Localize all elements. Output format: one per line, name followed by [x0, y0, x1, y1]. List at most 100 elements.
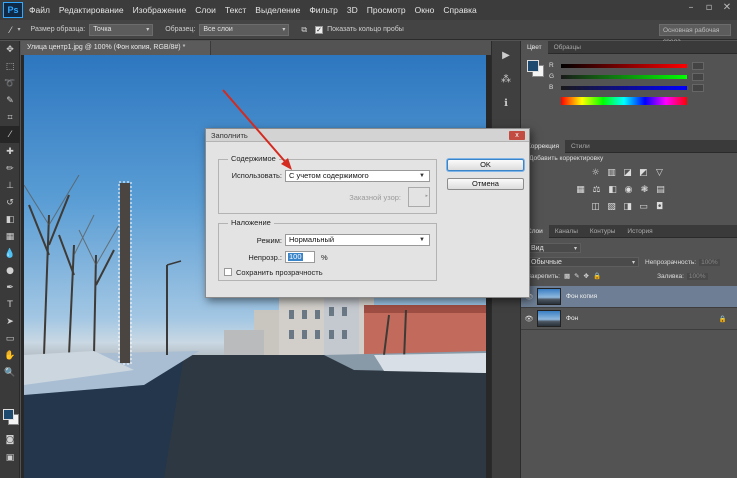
brightness-icon[interactable]: ☼: [589, 167, 602, 179]
threshold-icon[interactable]: ◨: [621, 201, 634, 213]
slider-r[interactable]: R: [549, 60, 737, 71]
selective-color-icon[interactable]: ◘: [653, 201, 666, 213]
minimize-icon[interactable]: –: [685, 2, 697, 14]
move-tool-icon[interactable]: ✥: [0, 41, 20, 58]
hand-tool-icon[interactable]: ✋: [0, 347, 20, 364]
layer-row[interactable]: 👁 Фон 🔒: [521, 308, 737, 330]
eye-icon[interactable]: 👁: [521, 315, 537, 323]
color-balance-icon[interactable]: ⚖: [590, 184, 603, 196]
tab-history[interactable]: История: [621, 225, 658, 238]
tool-preset-chevron-icon[interactable]: ▾: [18, 26, 21, 33]
workspace-select[interactable]: Основная рабочая среда: [659, 24, 731, 45]
maximize-icon[interactable]: ▫: [703, 2, 715, 14]
menu-file[interactable]: Файл: [29, 5, 50, 15]
sample-select[interactable]: Все слои ▾: [199, 23, 290, 36]
tab-channels[interactable]: Каналы: [549, 225, 584, 238]
fg-color-preview[interactable]: [527, 60, 539, 72]
slider-r-value[interactable]: [692, 61, 704, 70]
mode-select[interactable]: Нормальный ▼: [285, 234, 430, 246]
menu-select[interactable]: Выделение: [255, 5, 300, 15]
crop-tool-icon[interactable]: ⌗: [0, 109, 20, 126]
history-brush-tool-icon[interactable]: ↺: [0, 194, 20, 211]
shape-tool-icon[interactable]: ▭: [0, 330, 20, 347]
screen-mode-icon[interactable]: ▣: [0, 449, 20, 466]
photo-filter-icon[interactable]: ◉: [622, 184, 635, 196]
slider-b-value[interactable]: [692, 83, 704, 92]
clone-stamp-tool-icon[interactable]: ⊥: [0, 177, 20, 194]
brush-presets-icon[interactable]: ⁂: [495, 71, 517, 89]
invert-icon[interactable]: ◫: [589, 201, 602, 213]
type-tool-icon[interactable]: T: [0, 296, 20, 313]
slider-r-bar[interactable]: [561, 63, 687, 68]
tab-swatches[interactable]: Образцы: [548, 41, 587, 54]
channel-mixer-icon[interactable]: ❃: [638, 184, 651, 196]
play-icon[interactable]: ▶: [495, 47, 517, 65]
path-select-tool-icon[interactable]: ➤: [0, 313, 20, 330]
healing-brush-tool-icon[interactable]: ✚: [0, 143, 20, 160]
lock-move-icon[interactable]: ✥: [584, 272, 589, 280]
layer-name[interactable]: Фон копия: [566, 293, 597, 300]
layer-row[interactable]: 👁 Фон копия: [521, 286, 737, 308]
eraser-tool-icon[interactable]: ◧: [0, 211, 20, 228]
sample-all-layers-icon[interactable]: ⧉: [301, 25, 307, 35]
cancel-button[interactable]: Отмена: [447, 178, 524, 190]
menu-type[interactable]: Текст: [225, 5, 246, 15]
zoom-tool-icon[interactable]: 🔍: [0, 364, 20, 381]
gradient-map-icon[interactable]: ▭: [637, 201, 650, 213]
document-tab[interactable]: Улица центр1.jpg @ 100% (Фон копия, RGB/…: [21, 41, 211, 55]
use-select[interactable]: С учетом содержимого ▼: [285, 170, 430, 182]
show-ring-checkbox[interactable]: ✓: [315, 25, 324, 34]
curves-icon[interactable]: ◪: [621, 167, 634, 179]
menu-filter[interactable]: Фильтр: [309, 5, 338, 15]
opacity-value[interactable]: 100%: [699, 258, 720, 266]
dodge-tool-icon[interactable]: ●: [0, 262, 20, 279]
vibrance-icon[interactable]: ▽: [653, 167, 666, 179]
marquee-tool-icon[interactable]: ⬚: [0, 58, 20, 75]
ok-button[interactable]: OK: [447, 159, 524, 171]
menu-view[interactable]: Просмотр: [367, 5, 406, 15]
quick-select-tool-icon[interactable]: ✎: [0, 92, 20, 109]
blend-mode-select[interactable]: Обычные ▾: [527, 257, 639, 267]
lock-paint-icon[interactable]: ✎: [574, 272, 579, 280]
close-window-icon[interactable]: ✕: [721, 2, 733, 14]
fill-value[interactable]: 100%: [686, 272, 708, 280]
color-spectrum[interactable]: [561, 97, 687, 105]
menu-image[interactable]: Изображение: [133, 5, 187, 15]
layer-filter-select[interactable]: Вид ▾: [527, 243, 581, 253]
tab-color[interactable]: Цвет: [521, 40, 548, 54]
eyedropper-tool-icon[interactable]: ⁄: [10, 25, 12, 35]
gradient-tool-icon[interactable]: ▦: [0, 228, 20, 245]
lasso-tool-icon[interactable]: ➰: [0, 75, 20, 92]
lock-pixels-icon[interactable]: ▩: [564, 272, 570, 280]
layer-name[interactable]: Фон: [566, 315, 719, 322]
lock-all-icon[interactable]: 🔒: [593, 272, 601, 280]
color-lookup-icon[interactable]: ▤: [654, 184, 667, 196]
brush-tool-icon[interactable]: ✏: [0, 160, 20, 177]
foreground-color-swatch[interactable]: [3, 409, 14, 420]
pattern-swatch[interactable]: ▸: [408, 187, 430, 207]
opacity-input[interactable]: 100: [285, 251, 315, 263]
posterize-icon[interactable]: ▧: [605, 201, 618, 213]
slider-g-bar[interactable]: [561, 74, 687, 79]
pen-tool-icon[interactable]: ✒: [0, 279, 20, 296]
menu-layers[interactable]: Слои: [195, 5, 216, 15]
hue-saturation-icon[interactable]: ▦: [574, 184, 587, 196]
blur-tool-icon[interactable]: 💧: [0, 245, 20, 262]
slider-g-value[interactable]: [692, 72, 704, 81]
info-icon[interactable]: ℹ: [495, 95, 517, 113]
black-white-icon[interactable]: ◧: [606, 184, 619, 196]
slider-b-bar[interactable]: [561, 85, 687, 90]
slider-g[interactable]: G: [549, 71, 737, 82]
menu-help[interactable]: Справка: [443, 5, 476, 15]
menu-3d[interactable]: 3D: [347, 5, 358, 15]
preserve-transparency-checkbox[interactable]: [224, 268, 232, 276]
levels-icon[interactable]: ▥: [605, 167, 618, 179]
tab-styles[interactable]: Стили: [565, 140, 596, 153]
slider-b[interactable]: B: [549, 82, 737, 93]
sample-size-select[interactable]: Точка ▾: [89, 23, 154, 36]
quick-mask-icon[interactable]: ◙: [0, 431, 20, 448]
exposure-icon[interactable]: ◩: [637, 167, 650, 179]
menu-edit[interactable]: Редактирование: [59, 5, 124, 15]
dialog-close-button[interactable]: x: [509, 131, 525, 140]
tab-paths[interactable]: Контуры: [584, 225, 622, 238]
